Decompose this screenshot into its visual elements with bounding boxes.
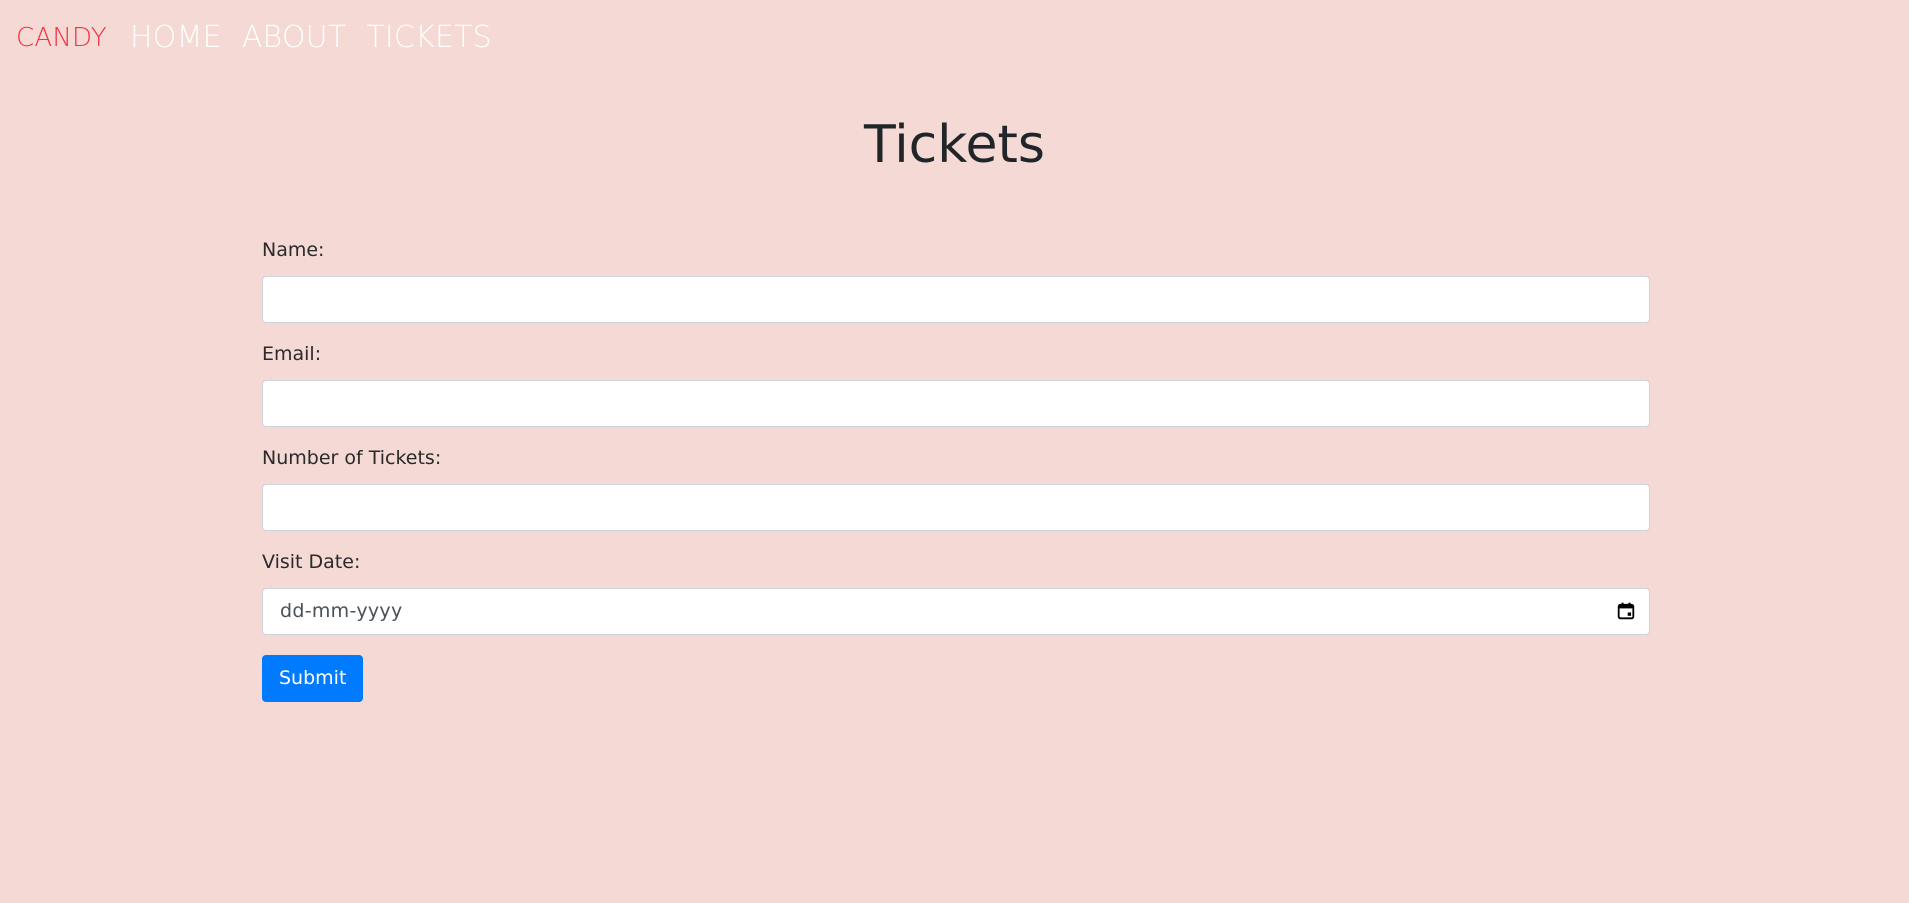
brand-logo[interactable]: CANDY: [16, 22, 107, 54]
email-group: Email:: [262, 339, 1650, 427]
page-title: Tickets: [864, 115, 1045, 175]
nav-link-about[interactable]: ABOUT: [242, 20, 347, 56]
tickets-count-group: Number of Tickets:: [262, 443, 1650, 531]
visit-date-label: Visit Date:: [262, 551, 361, 573]
visit-date-input[interactable]: dd-mm-yyyy: [262, 588, 1650, 635]
tickets-count-label: Number of Tickets:: [262, 447, 442, 469]
tickets-count-input[interactable]: [262, 484, 1650, 531]
submit-button[interactable]: Submit: [262, 655, 364, 702]
navbar: CANDY HOME ABOUT TICKETS: [0, 0, 1909, 74]
email-input[interactable]: [262, 380, 1650, 427]
email-label: Email:: [262, 343, 322, 365]
visit-date-placeholder: dd-mm-yyyy: [280, 600, 403, 622]
tickets-form: Name: Email: Number of Tickets: Visit Da…: [262, 235, 1650, 702]
name-input[interactable]: [262, 276, 1650, 323]
calendar-icon[interactable]: [1617, 602, 1635, 620]
name-label: Name:: [262, 239, 325, 261]
nav-links: HOME ABOUT TICKETS: [130, 20, 492, 56]
nav-link-home[interactable]: HOME: [130, 20, 222, 56]
visit-date-group: Visit Date: dd-mm-yyyy: [262, 547, 1650, 635]
nav-link-tickets[interactable]: TICKETS: [366, 20, 492, 56]
name-group: Name:: [262, 235, 1650, 323]
